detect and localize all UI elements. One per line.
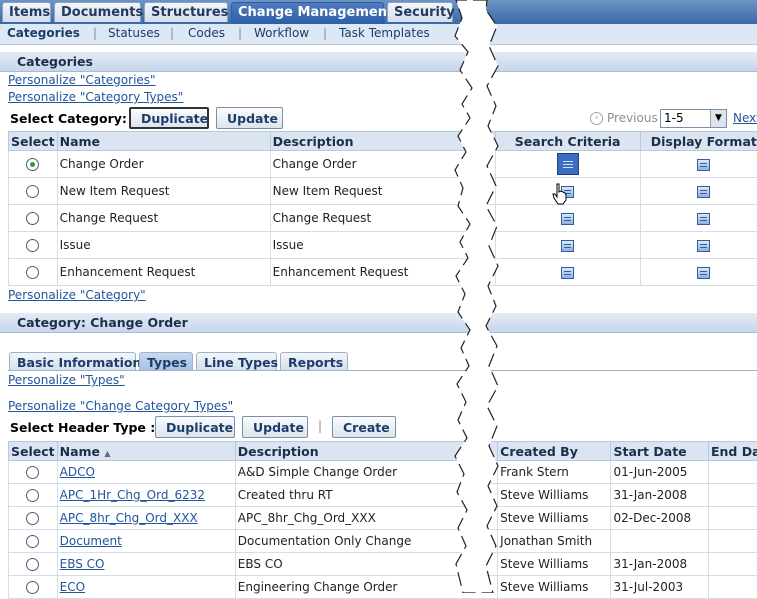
torn-edge-divider	[0, 0, 757, 593]
